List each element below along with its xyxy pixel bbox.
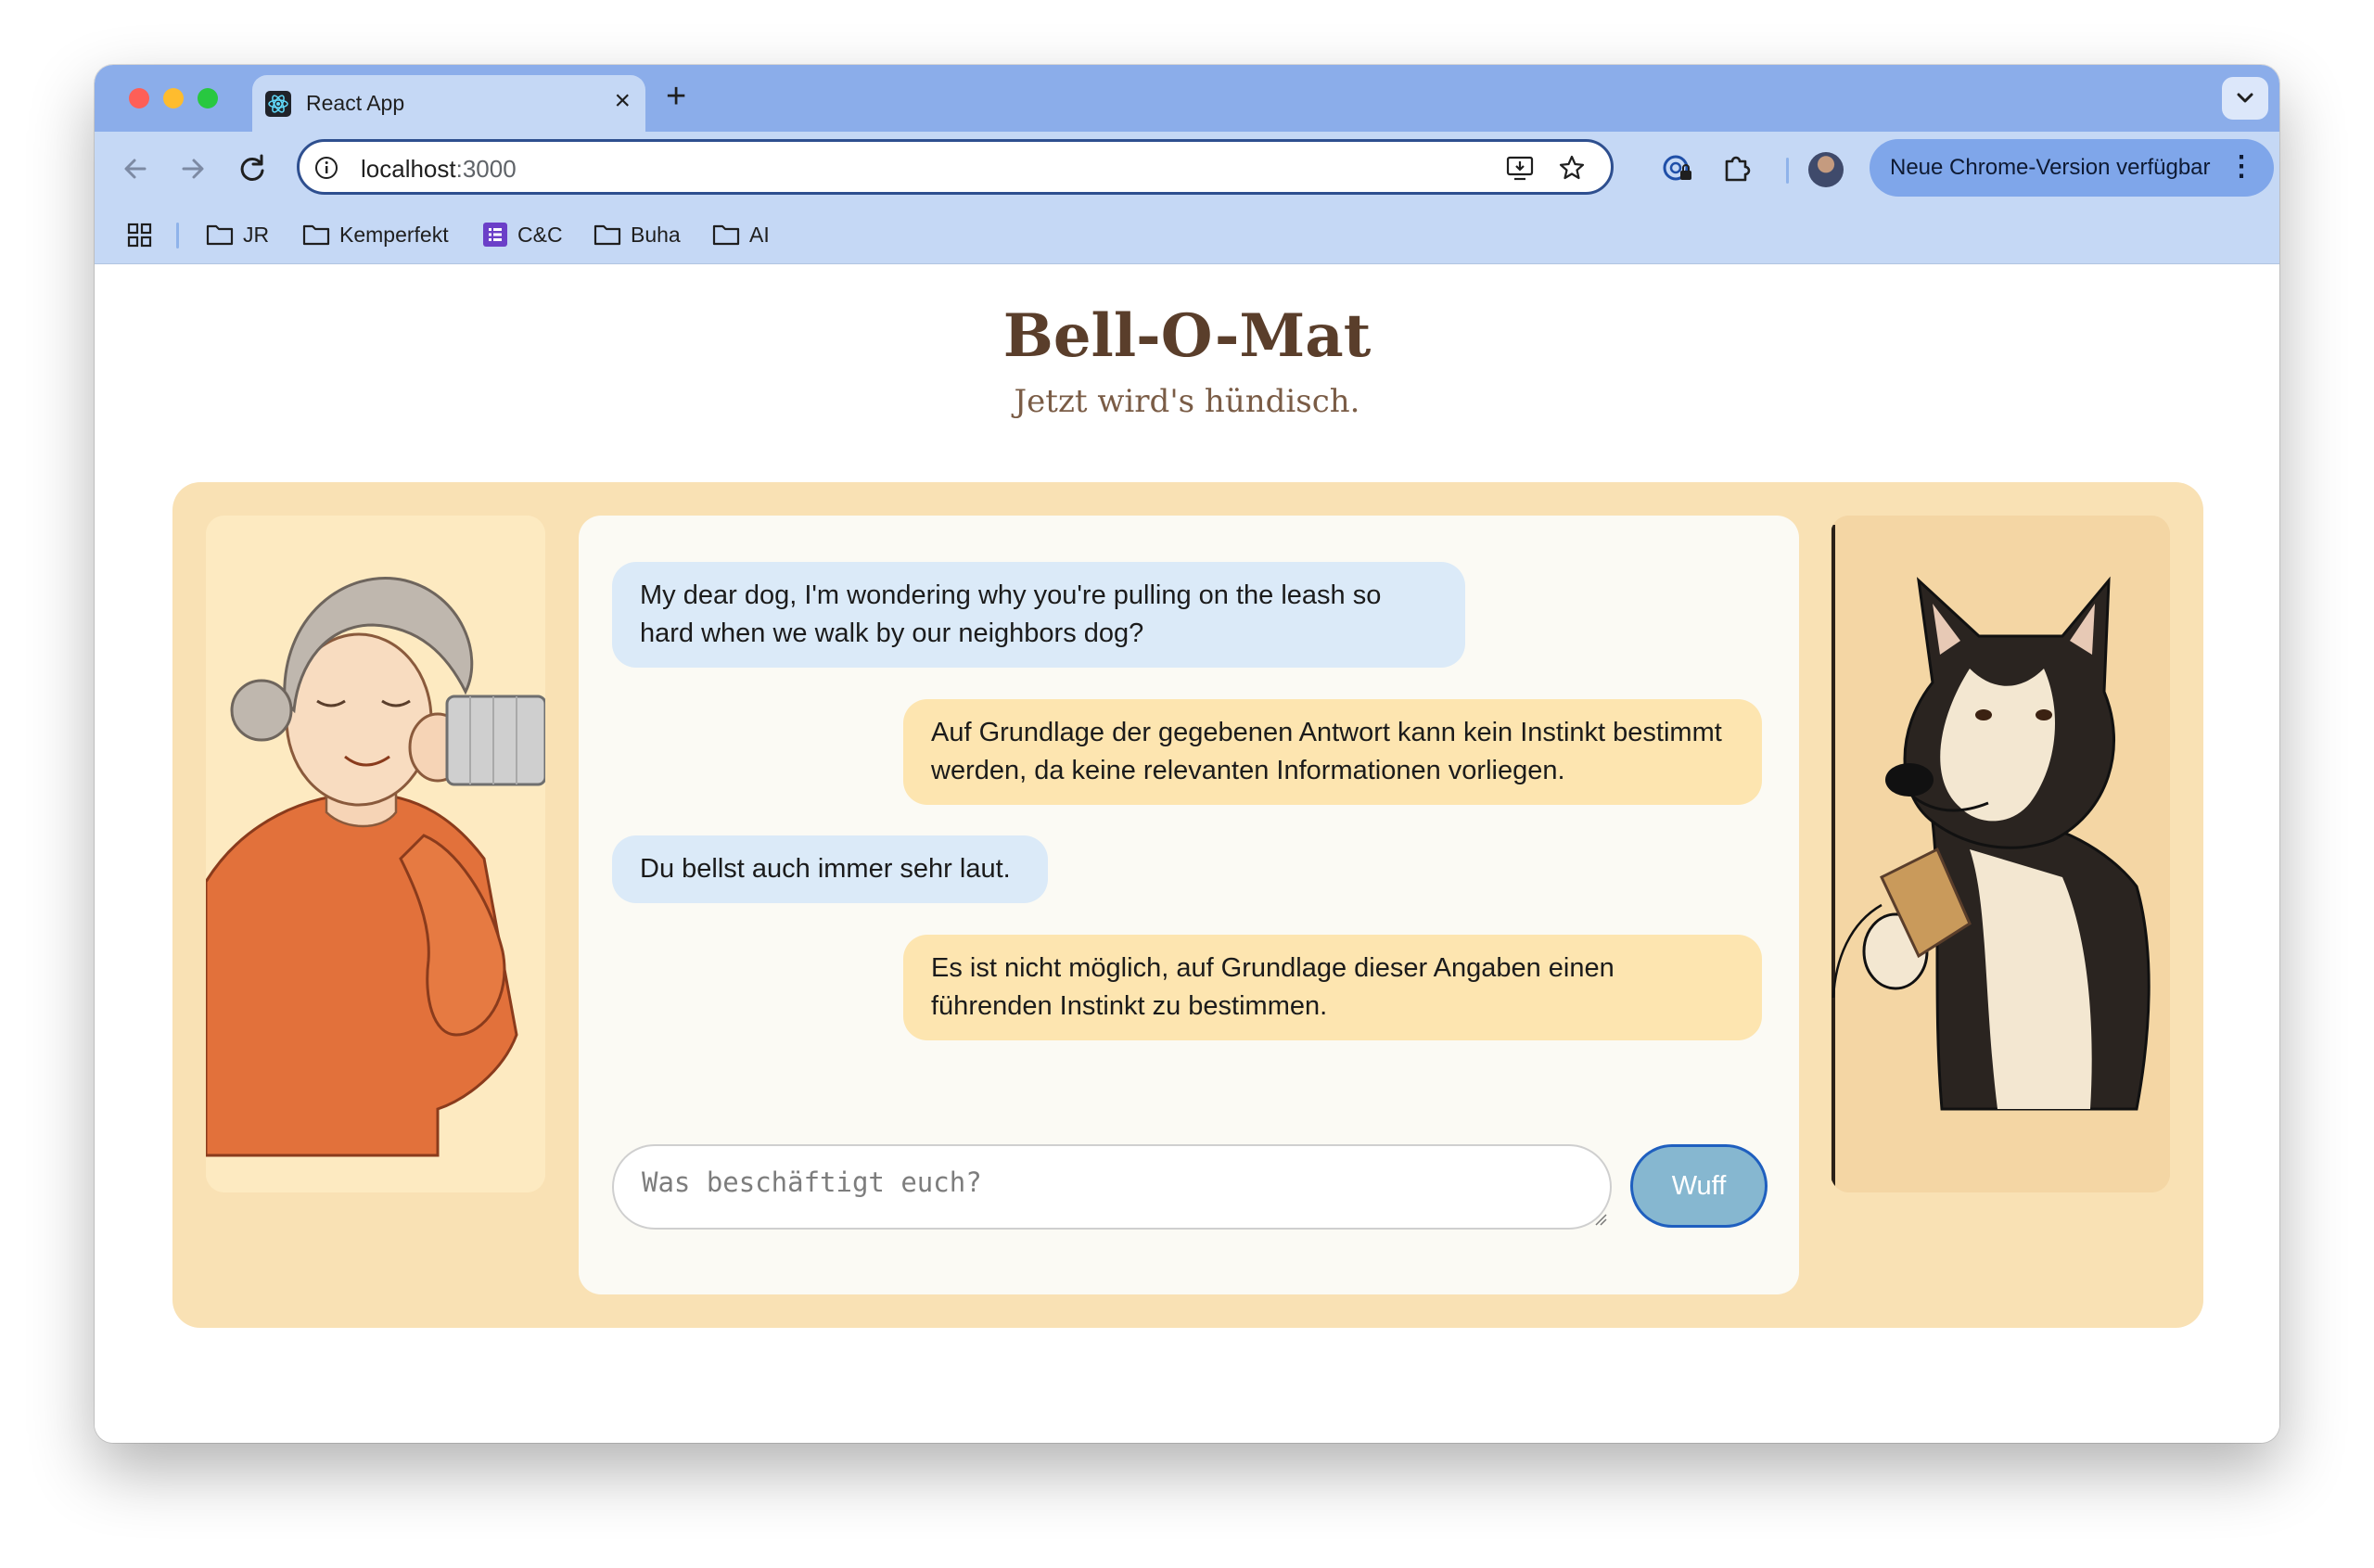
- folder-icon: [302, 224, 330, 246]
- app-subtitle: Jetzt wird's hündisch.: [1014, 383, 1360, 420]
- message-user: My dear dog, I'm wondering why you're pu…: [612, 562, 1465, 668]
- folder-icon: [206, 224, 234, 246]
- close-window-button[interactable]: [129, 88, 149, 108]
- tab-title: React App: [306, 91, 405, 115]
- react-atom-icon: [265, 91, 291, 117]
- tab-search-button[interactable]: [2222, 77, 2268, 120]
- more-menu-icon[interactable]: ⋮: [2227, 151, 2255, 183]
- url-text: localhost:3000: [361, 155, 517, 184]
- chat-stage: My dear dog, I'm wondering why you're pu…: [172, 482, 2203, 1328]
- url-host: localhost: [361, 155, 456, 183]
- bookmark-jr[interactable]: JR: [206, 219, 269, 250]
- bookmark-kemperfekt[interactable]: Kemperfekt: [302, 219, 449, 250]
- bookmarks-bar: JR Kemperfekt C&C Buha AI: [95, 206, 2279, 264]
- address-bar[interactable]: localhost:3000: [297, 139, 1614, 195]
- apps-grid-icon[interactable]: [126, 222, 154, 249]
- tab-strip: React App × +: [95, 65, 2279, 132]
- folder-icon: [594, 224, 621, 246]
- new-tab-button[interactable]: +: [666, 78, 686, 115]
- forward-arrow-icon[interactable]: [174, 150, 211, 187]
- browser-toolbar: localhost:3000 Neue Chrome-Version verfü…: [95, 132, 2279, 206]
- password-manager-icon[interactable]: [1660, 150, 1695, 185]
- browser-window: React App × + localhost:3000 Neue Chrome…: [95, 65, 2279, 1443]
- tab-close-icon[interactable]: ×: [614, 86, 631, 116]
- install-app-icon[interactable]: [1505, 153, 1535, 183]
- url-port: :3000: [455, 155, 517, 183]
- update-label: Neue Chrome-Version verfügbar: [1890, 155, 2211, 180]
- folder-icon: [712, 224, 740, 246]
- bookmark-label: AI: [749, 222, 770, 247]
- chat-panel: My dear dog, I'm wondering why you're pu…: [579, 516, 1799, 1294]
- bookmark-label: C&C: [517, 222, 563, 247]
- back-arrow-icon[interactable]: [117, 150, 154, 187]
- bookmark-ai[interactable]: AI: [712, 219, 770, 250]
- profile-avatar[interactable]: [1808, 152, 1844, 187]
- message-input[interactable]: [612, 1144, 1612, 1230]
- bookmark-star-icon[interactable]: [1557, 153, 1587, 183]
- tab-react-app[interactable]: React App ×: [252, 75, 645, 132]
- maximize-window-button[interactable]: [198, 88, 218, 108]
- bookmarks-divider: [176, 223, 179, 249]
- minimize-window-button[interactable]: [163, 88, 184, 108]
- message-dog: Auf Grundlage der gegebenen Antwort kann…: [903, 699, 1762, 805]
- resize-grip-icon[interactable]: [1594, 1213, 1607, 1226]
- husky-illustration: [1831, 516, 2170, 1192]
- toolbar-divider: [1786, 158, 1789, 184]
- extensions-puzzle-icon[interactable]: [1719, 150, 1755, 185]
- husky-drawing: [1831, 516, 2170, 1192]
- grandmother-illustration: [206, 516, 545, 1192]
- bookmark-cc[interactable]: C&C: [482, 219, 563, 250]
- send-button[interactable]: Wuff: [1630, 1144, 1768, 1228]
- bookmark-label: Buha: [631, 222, 681, 247]
- chevron-down-icon: [2237, 93, 2253, 103]
- message-dog: Es ist nicht möglich, auf Grundlage dies…: [903, 935, 1762, 1040]
- chrome-update-button[interactable]: Neue Chrome-Version verfügbar ⋮: [1870, 139, 2274, 197]
- app-title: Bell-O-Mat: [1002, 301, 1372, 371]
- message-user: Du bellst auch immer sehr laut.: [612, 835, 1048, 903]
- site-info-icon[interactable]: [314, 156, 338, 180]
- page-content: Bell-O-Mat Jetzt wird's hündisch. My dea…: [95, 264, 2279, 1443]
- form-icon: [483, 223, 507, 247]
- grandmother-drawing: [206, 516, 545, 1192]
- bookmark-label: JR: [243, 222, 270, 247]
- reload-icon[interactable]: [234, 150, 271, 187]
- bookmark-label: Kemperfekt: [339, 222, 449, 247]
- bookmark-buha[interactable]: Buha: [594, 219, 681, 250]
